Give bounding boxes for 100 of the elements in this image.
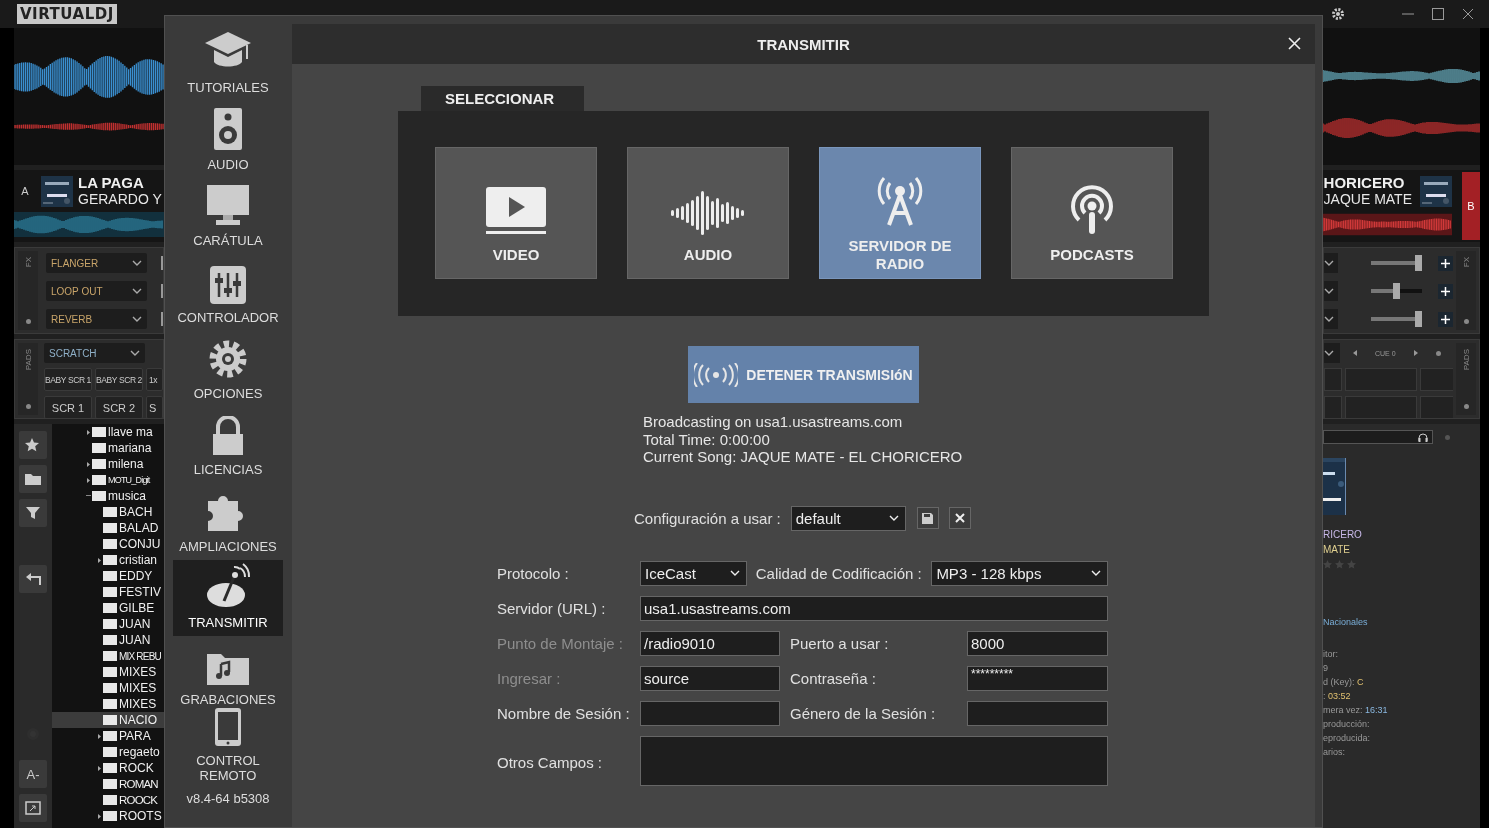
config-dropdown[interactable]: default	[790, 505, 906, 531]
sidebar-item[interactable]: OPCIONES	[173, 330, 283, 407]
folder-item[interactable]: MIXES	[52, 696, 164, 712]
sidebar-item[interactable]: AMPLIACIONES	[173, 483, 283, 560]
effect-dropdown[interactable]: REVERB	[46, 309, 147, 329]
expand-icon[interactable]	[97, 733, 101, 739]
folder-item[interactable]: llave ma	[52, 424, 164, 440]
previous-icon[interactable]	[1353, 350, 1357, 356]
satellite-dish-icon	[204, 563, 252, 610]
pad-button[interactable]: S	[146, 396, 163, 418]
sidebar-item[interactable]: TRANSMITIR	[173, 559, 283, 637]
input-field[interactable]: 8000	[967, 630, 1108, 656]
input-field[interactable]: usa1.usastreams.com	[640, 595, 1108, 621]
pad-button[interactable]: SCR 2	[95, 396, 143, 418]
folder-item[interactable]: EDDY	[52, 568, 164, 584]
pads-mode-dropdown[interactable]: SCRATCH	[44, 343, 145, 363]
folder-item[interactable]: MIX REBU	[52, 648, 164, 664]
expand-icon[interactable]	[97, 765, 101, 771]
font-size-button[interactable]: A-	[19, 760, 47, 788]
sidebar-item[interactable]: AUDIO	[173, 101, 283, 178]
slider-thumb[interactable]	[1415, 311, 1422, 327]
folder-item[interactable]: MIXES	[52, 664, 164, 680]
sidebar-item[interactable]: CARÁTULA	[173, 177, 283, 255]
plus-icon[interactable]	[1438, 283, 1453, 299]
star-icon	[1335, 560, 1344, 569]
indicator-icon	[1445, 434, 1450, 440]
folder-item[interactable]: ROOCK	[52, 792, 164, 808]
folder-item[interactable]: BACH	[52, 504, 164, 520]
pad-button[interactable]: SCR 1	[44, 396, 92, 418]
slider-thumb[interactable]	[1415, 255, 1422, 271]
folder-item[interactable]: mariana	[52, 440, 164, 456]
chevron-icon	[130, 350, 140, 356]
save-icon[interactable]	[916, 507, 939, 529]
effect-dropdown[interactable]	[1324, 309, 1338, 329]
effect-dropdown[interactable]: LOOP OUT	[46, 281, 147, 301]
folder-item[interactable]: regaeto	[52, 744, 164, 760]
maximize-icon[interactable]	[1431, 7, 1445, 21]
tab[interactable]: SELECCIONAR	[421, 86, 584, 111]
plus-icon[interactable]	[1438, 311, 1453, 327]
expand-icon[interactable]	[86, 461, 90, 467]
sidebar-item[interactable]: LICENCIAS	[173, 406, 283, 484]
folder-item[interactable]: MOTU_Digit	[52, 472, 164, 488]
input-field[interactable]	[640, 700, 780, 726]
effect-dropdown[interactable]: FLANGER	[46, 253, 147, 273]
expand-icon[interactable]	[86, 477, 90, 483]
folder-item[interactable]: musica	[52, 488, 164, 504]
info-label: 9	[1323, 663, 1328, 673]
filter-icon[interactable]	[19, 499, 47, 527]
app-logo: VIRTUALDJ	[17, 4, 117, 24]
folder-icon	[103, 539, 117, 549]
chevron-icon	[1324, 260, 1334, 266]
folder-item[interactable]: FESTIV	[52, 584, 164, 600]
folder-item[interactable]: JUAN	[52, 632, 164, 648]
folder-icon[interactable]	[19, 465, 47, 493]
folder-item[interactable]: PARA	[52, 728, 164, 744]
delete-icon[interactable]	[948, 507, 971, 529]
close-icon[interactable]	[1461, 7, 1475, 21]
pad-button[interactable]: BABY SCR 2	[95, 368, 143, 391]
input-field[interactable]: *********	[967, 665, 1108, 691]
plus-icon[interactable]	[1438, 255, 1453, 271]
folder-item[interactable]: CONJU	[52, 536, 164, 552]
field-label: Contraseña :	[790, 669, 877, 687]
expand-icon[interactable]	[97, 557, 101, 563]
folder-item[interactable]: ROOTS	[52, 808, 164, 824]
sidebar-item[interactable]: TUTORIALES	[173, 25, 283, 102]
input-field[interactable]	[640, 735, 1108, 786]
option-card[interactable]: VIDEO	[435, 147, 597, 279]
protocol-dropdown[interactable]: IceCast	[640, 560, 747, 586]
pads-mode-dropdown[interactable]	[1324, 343, 1340, 363]
folder-item[interactable]: JUAN	[52, 616, 164, 632]
quality-dropdown[interactable]: MP3 - 128 kbps	[931, 560, 1108, 586]
speaker-icon	[213, 106, 243, 151]
chevron-icon	[132, 260, 142, 266]
folder-item[interactable]: ROMAN	[52, 776, 164, 792]
search-field[interactable]	[1323, 430, 1433, 444]
sidebar-item[interactable]: CONTROLADOR	[173, 254, 283, 331]
folder-item[interactable]: GILBE	[52, 600, 164, 616]
expand-icon[interactable]	[97, 813, 101, 819]
expand-icon[interactable]	[86, 429, 90, 435]
folder-item[interactable]: MIXES	[52, 680, 164, 696]
effect-dropdown[interactable]	[1324, 253, 1338, 273]
input-field[interactable]	[967, 700, 1108, 726]
folder-item[interactable]: BALAD	[52, 520, 164, 536]
sidebar-item[interactable]: CONTROL REMOTO	[173, 712, 283, 789]
folder-icon	[103, 651, 117, 661]
folder-item[interactable]: ROCK	[52, 760, 164, 776]
window-icon[interactable]	[19, 794, 47, 822]
back-icon[interactable]	[19, 565, 47, 593]
settings-icon[interactable]	[1331, 7, 1345, 21]
option-card[interactable]: PODCASTS	[1011, 147, 1173, 279]
folder-item[interactable]: cristian	[52, 552, 164, 568]
folder-item[interactable]: milena	[52, 456, 164, 472]
effect-dropdown[interactable]	[1324, 281, 1338, 301]
slider-thumb[interactable]	[1392, 283, 1400, 299]
folder-item[interactable]: NACIO	[52, 712, 164, 728]
pad-button[interactable]: 1x	[146, 368, 163, 391]
pad-button[interactable]: BABY SCR 1	[44, 368, 92, 391]
next-icon[interactable]	[1413, 350, 1418, 356]
sidebar-item[interactable]: GRABACIONES	[173, 636, 283, 713]
option-card[interactable]: AUDIO	[627, 147, 789, 279]
